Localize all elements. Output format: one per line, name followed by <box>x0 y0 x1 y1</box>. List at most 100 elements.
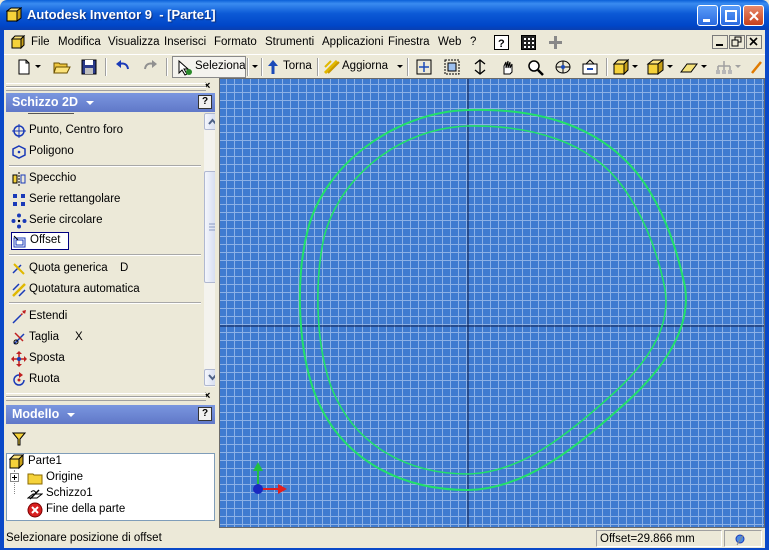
update-dropdown-arrow[interactable] <box>397 65 403 68</box>
offset-readout: Offset=29.866 mm <box>596 530 722 547</box>
scroll-up-button[interactable] <box>204 113 215 130</box>
sketch-outer-curve[interactable] <box>298 108 687 492</box>
mdi-close-button[interactable] <box>746 35 762 49</box>
minimize-button[interactable] <box>697 5 718 26</box>
maximize-button[interactable] <box>720 5 741 26</box>
menu-finestra[interactable]: Finestra <box>388 36 430 48</box>
save-icon[interactable] <box>79 58 99 76</box>
menu-applicazioni[interactable]: Applicazioni <box>322 36 383 48</box>
minimize-icon <box>716 44 723 46</box>
menu-file[interactable]: File <box>31 36 50 48</box>
shortcut-key: X <box>75 331 83 343</box>
polygon-icon <box>12 145 26 159</box>
window-frame-left <box>0 30 4 550</box>
scroll-thumb[interactable] <box>204 171 215 283</box>
return-arrow-icon[interactable] <box>265 58 285 76</box>
offset-icon <box>13 235 26 248</box>
trim-icon <box>13 332 25 345</box>
sketch-geometry <box>220 79 764 527</box>
pan-icon[interactable] <box>498 58 518 76</box>
update-icon[interactable] <box>322 58 342 76</box>
help-topics-icon[interactable]: ? <box>494 35 509 50</box>
grip-lines-icon <box>209 223 215 231</box>
undo-icon[interactable] <box>113 58 133 76</box>
assembly-tree-icon <box>716 61 732 74</box>
display-mode-dropdown-arrow[interactable] <box>632 65 638 68</box>
mdi-restore-button[interactable] <box>729 35 745 49</box>
zoom-icon[interactable] <box>470 58 490 76</box>
new-dropdown-arrow[interactable] <box>35 65 41 68</box>
mirror-icon <box>12 172 26 186</box>
expand-plus-icon[interactable] <box>10 473 19 482</box>
ground-shadow-icon[interactable] <box>679 58 699 76</box>
sketch-panel-commands: Punto, Centro foro Poligono Specchio Ser… <box>6 113 215 387</box>
graphics-window[interactable] <box>219 78 765 528</box>
filter-icon[interactable] <box>12 432 26 446</box>
select-dropdown-arrow[interactable] <box>252 65 258 68</box>
grid-pattern-icon[interactable] <box>521 35 536 50</box>
zoom-all-icon[interactable] <box>414 58 434 76</box>
display-mode-shaded-icon[interactable] <box>611 58 631 76</box>
part-icon <box>9 454 25 470</box>
document-icon[interactable] <box>11 35 26 49</box>
move-icon <box>11 351 27 367</box>
mdi-minimize-button[interactable] <box>712 35 728 49</box>
model-tree: Parte1 Origine Schizzo1 Fine della parte <box>6 453 215 521</box>
title-bar: Autodesk Inventor 9 - [Parte1] <box>0 0 769 30</box>
camera-dropdown-arrow[interactable] <box>667 65 673 68</box>
sketch-panel-scrollbar[interactable] <box>204 113 215 387</box>
scroll-down-button[interactable] <box>204 369 215 386</box>
model-panel-help-icon[interactable]: ? <box>198 407 212 421</box>
svg-text:?: ? <box>498 38 505 50</box>
model-panel-title: Modello <box>12 407 60 421</box>
sketch-panel-header[interactable]: Schizzo 2D ? <box>6 93 215 112</box>
select-button[interactable]: Seleziona <box>172 56 246 78</box>
update-button[interactable]: Aggiorna <box>342 60 388 72</box>
menu-strumenti[interactable]: Strumenti <box>265 36 314 48</box>
return-button[interactable]: Torna <box>283 60 312 72</box>
add-plus-icon[interactable] <box>548 35 563 50</box>
menu-formato[interactable]: Formato <box>214 36 257 48</box>
model-panel-header[interactable]: Modello ? <box>6 405 215 424</box>
auto-dimension-icon <box>12 283 26 297</box>
sketch-pencil-icon[interactable] <box>749 58 765 76</box>
minimize-icon <box>703 19 710 22</box>
close-icon <box>749 11 759 21</box>
look-at-icon[interactable] <box>580 58 600 76</box>
redo-icon[interactable] <box>140 58 160 76</box>
shadow-dropdown-arrow[interactable] <box>701 65 707 68</box>
extend-icon <box>12 310 26 324</box>
maximize-icon <box>725 10 737 22</box>
menu-visualizza[interactable]: Visualizza <box>108 36 160 48</box>
sketch-panel-help-icon[interactable]: ? <box>198 95 212 109</box>
sketch-offset-curve[interactable] <box>317 125 667 475</box>
status-message: Selezionare posizione di offset <box>6 532 162 544</box>
new-document-icon[interactable] <box>14 58 34 76</box>
status-icon-field <box>724 530 762 547</box>
window-frame-right <box>765 30 769 550</box>
shortcut-key: D <box>120 262 129 274</box>
general-dimension-icon <box>12 263 25 275</box>
coordinate-triad-icon <box>253 462 287 494</box>
menu-inserisci[interactable]: Inserisci <box>164 36 206 48</box>
close-button[interactable] <box>743 5 764 26</box>
select-label: Seleziona <box>195 60 246 72</box>
folder-icon <box>27 473 43 485</box>
chevron-down-icon <box>208 374 215 381</box>
standard-toolbar: Seleziona Torna Aggiorna <box>4 54 765 78</box>
zoom-selected-icon[interactable] <box>526 58 546 76</box>
menu-modifica[interactable]: Modifica <box>58 36 101 48</box>
rectangular-pattern-icon <box>13 194 25 206</box>
command-offset[interactable]: Offset <box>11 232 69 250</box>
rotate-icon <box>13 372 25 386</box>
rotate-view-icon[interactable] <box>553 58 573 76</box>
menu-web[interactable]: Web <box>438 36 461 48</box>
open-folder-icon[interactable] <box>52 58 72 76</box>
network-status-icon <box>735 534 745 546</box>
sketch-icon <box>27 489 43 500</box>
circular-pattern-icon <box>11 213 27 229</box>
camera-perspective-icon[interactable] <box>645 58 665 76</box>
status-bar: Selezionare posizione di offset Offset=2… <box>4 529 765 548</box>
zoom-window-icon[interactable] <box>442 58 462 76</box>
menu-help[interactable]: ? <box>470 36 476 48</box>
